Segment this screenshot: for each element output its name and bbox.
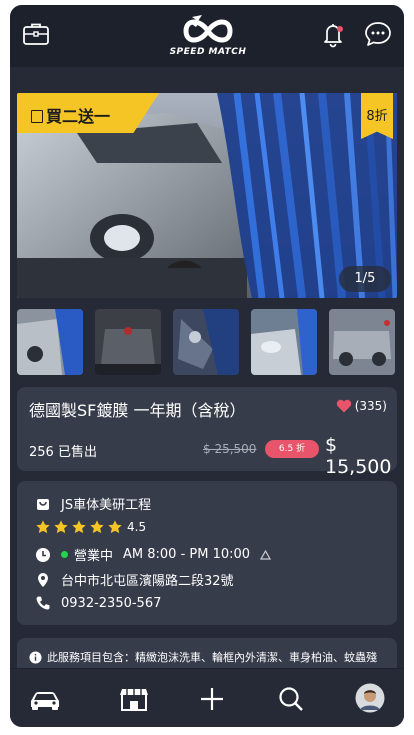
bottom-tab-bar: [10, 668, 404, 727]
thumbnail-image: [173, 309, 239, 375]
info-icon: [29, 651, 42, 664]
star-icon: [72, 520, 86, 534]
infinity-logo-icon: [183, 15, 233, 43]
product-title: 德國製SF鍍膜 一年期（含稅）: [29, 401, 246, 420]
thumbnail-image: [17, 309, 83, 375]
shopping-bag-icon: [31, 110, 43, 123]
search-icon[interactable]: [276, 685, 306, 713]
top-bar: SPEED MATCH: [10, 5, 404, 67]
app-screen: SPEED MATCH 買二送一 8折 1/5 德國製SF鍍膜 一年期（含稅） …: [10, 5, 404, 727]
promo-label: 買二送一: [46, 107, 111, 126]
store-icon[interactable]: [119, 685, 149, 713]
rating-stars: [35, 519, 123, 535]
thumbnail-1[interactable]: [17, 309, 83, 375]
thumbnail-image: [251, 309, 317, 375]
sale-price: $ 15,500: [325, 434, 392, 478]
star-icon: [90, 520, 104, 534]
plus-icon[interactable]: [197, 685, 227, 713]
sold-count: 256 已售出: [29, 445, 97, 460]
car-icon[interactable]: [27, 685, 63, 713]
bell-icon[interactable]: [318, 19, 348, 49]
store-icon: [37, 498, 49, 510]
thumbnail-2[interactable]: [95, 309, 161, 375]
thumbnail-3[interactable]: [173, 309, 239, 375]
shop-phone: 0932-2350-567: [61, 595, 162, 611]
product-hero-image[interactable]: 買二送一 8折 1/5: [17, 93, 397, 298]
thumbnail-5[interactable]: [329, 309, 395, 375]
like-count: (335): [354, 399, 387, 413]
discount-badge: 6.5 折: [265, 440, 319, 458]
location-pin-icon: [38, 572, 48, 587]
thumbnail-image: [329, 309, 395, 375]
rating-value: 4.5: [127, 520, 147, 534]
thumbnail-image: [95, 309, 161, 375]
image-counter: 1/5: [339, 266, 391, 292]
thumbnail-strip: [17, 309, 397, 375]
like-button[interactable]: (335): [336, 399, 387, 413]
rating-row: 4.5: [35, 519, 146, 535]
business-hours: AM 8:00 - PM 10:00: [123, 547, 251, 562]
original-price: $ 25,500: [203, 442, 257, 456]
phone-icon: [36, 596, 50, 610]
product-card: 德國製SF鍍膜 一年期（含稅） (335) 256 已售出 $ 25,500 6…: [17, 387, 397, 478]
phone-row[interactable]: 0932-2350-567: [35, 595, 161, 611]
logo-text: SPEED MATCH: [169, 47, 247, 57]
triangle-expand-icon[interactable]: [260, 549, 272, 560]
shop-info-card: JS車体美研工程 4.5 營業中 AM 8:00 - PM 10:00 台中市北…: [17, 481, 397, 625]
clock-icon: [36, 547, 50, 562]
thumbnail-4[interactable]: [251, 309, 317, 375]
star-icon: [54, 520, 68, 534]
hours-row[interactable]: 營業中 AM 8:00 - PM 10:00: [35, 545, 272, 564]
speed-match-logo[interactable]: SPEED MATCH: [156, 13, 260, 61]
star-icon: [108, 520, 122, 534]
shop-address: 台中市北屯區濱陽路二段32號: [61, 574, 234, 589]
shop-name-row[interactable]: JS車体美研工程: [35, 494, 151, 513]
status-dot: [61, 551, 68, 558]
address-row[interactable]: 台中市北屯區濱陽路二段32號: [35, 570, 234, 589]
star-icon: [36, 520, 50, 534]
briefcase-icon[interactable]: [21, 19, 51, 49]
avatar[interactable]: [355, 683, 385, 713]
chat-icon[interactable]: [363, 19, 393, 49]
open-status: 營業中: [74, 549, 114, 564]
heart-icon: [336, 399, 351, 413]
shop-name: JS車体美研工程: [61, 498, 152, 513]
